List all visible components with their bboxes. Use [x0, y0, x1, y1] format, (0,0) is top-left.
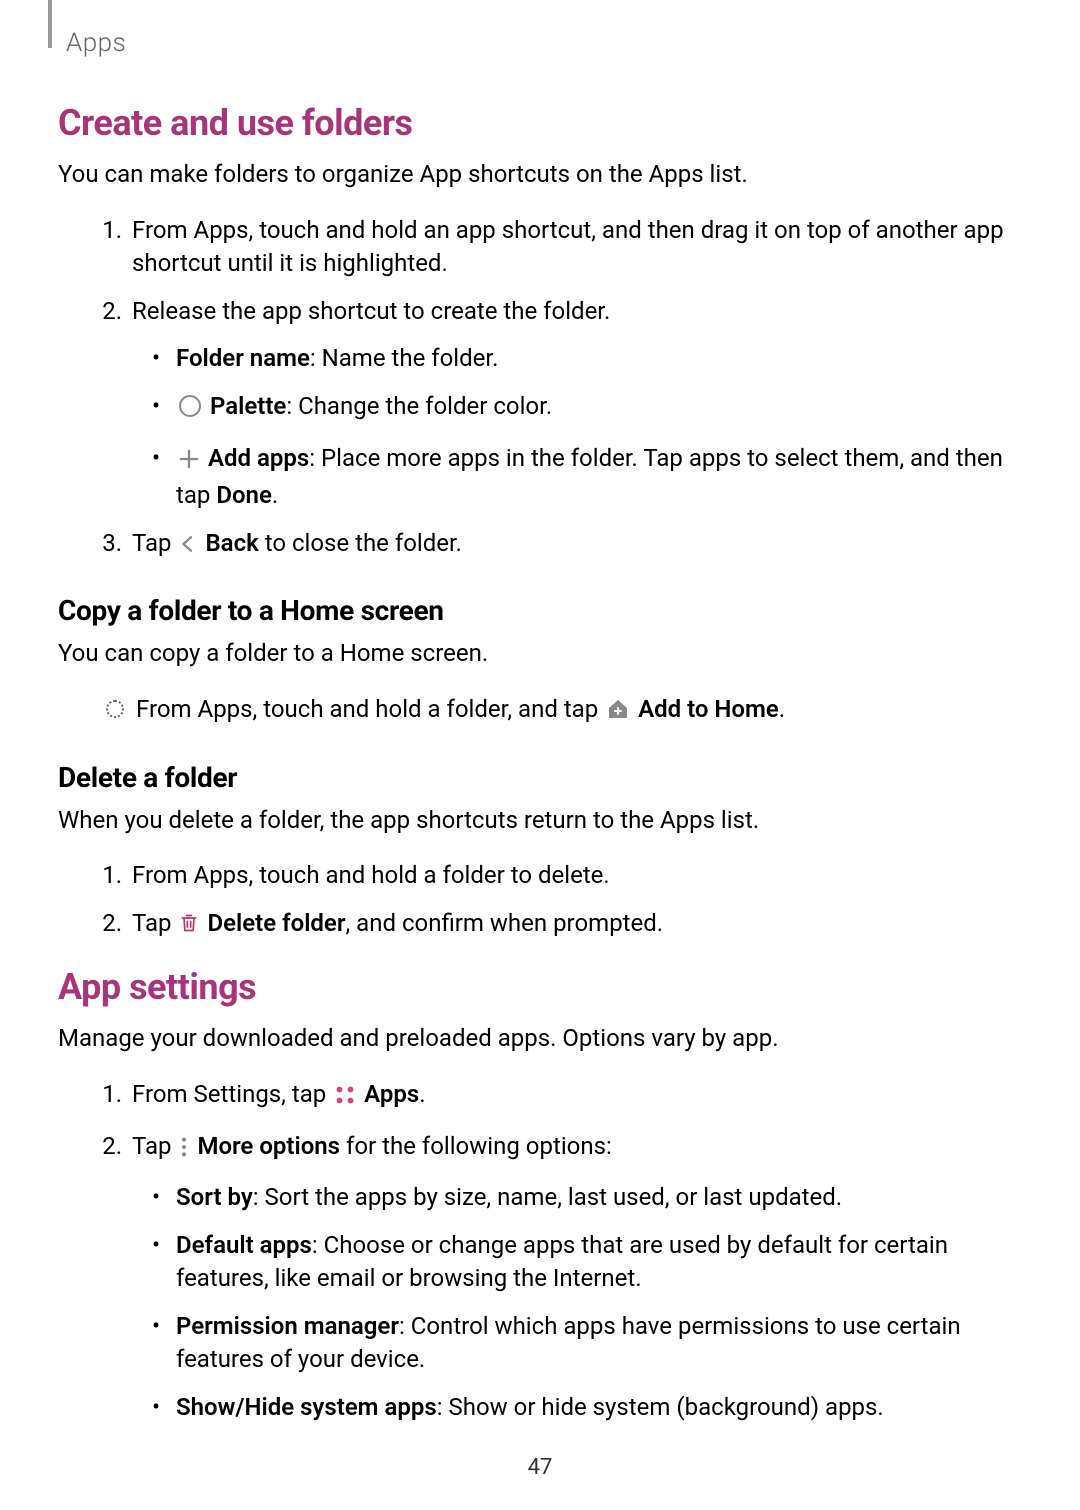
option-default-apps: Default apps: Choose or change apps that…: [152, 1229, 1022, 1296]
header-mark: [48, 0, 52, 48]
add-home-icon: [606, 697, 630, 731]
intro-delete-folder: When you delete a folder, the app shortc…: [58, 804, 1022, 838]
copy-folder-list: From Apps, touch and hold a folder, and …: [58, 693, 1022, 731]
option-palette: Palette: Change the folder color.: [152, 390, 1022, 428]
step-3: Tap Back to close the folder.: [128, 527, 1022, 565]
apps-icon: [334, 1082, 356, 1116]
delete-step-2: Tap Delete folder, and confirm when prom…: [128, 907, 1022, 945]
heading-create-folders: Create and use folders: [58, 102, 1022, 144]
plus-icon: [178, 446, 200, 480]
heading-app-settings: App settings: [58, 966, 1022, 1008]
delete-step-1: From Apps, touch and hold a folder to de…: [128, 859, 1022, 893]
sub-options: Folder name: Name the folder. Palette: C…: [132, 342, 1022, 512]
copy-folder-item: From Apps, touch and hold a folder, and …: [106, 693, 1022, 731]
step-1: From Apps, touch and hold an app shortcu…: [128, 214, 1022, 281]
breadcrumb: Apps: [66, 28, 1022, 58]
intro-app-settings: Manage your downloaded and preloaded app…: [58, 1022, 1022, 1056]
step-2: Release the app shortcut to create the f…: [128, 295, 1022, 513]
heading-copy-folder: Copy a folder to a Home screen: [58, 594, 1022, 627]
heading-delete-folder: Delete a folder: [58, 761, 1022, 794]
more-options-icon: [179, 1134, 189, 1168]
steps-create-folders: From Apps, touch and hold an app shortcu…: [58, 214, 1022, 565]
intro-create-folders: You can make folders to organize App sho…: [58, 158, 1022, 192]
option-folder-name: Folder name: Name the folder.: [152, 342, 1022, 376]
option-sort-by: Sort by: Sort the apps by size, name, la…: [152, 1181, 1022, 1215]
option-add-apps: Add apps: Place more apps in the folder.…: [152, 442, 1022, 513]
more-options-list: Sort by: Sort the apps by size, name, la…: [132, 1181, 1022, 1425]
steps-app-settings: From Settings, tap Apps. Tap More option…: [58, 1078, 1022, 1425]
option-permission-manager: Permission manager: Control which apps h…: [152, 1310, 1022, 1377]
settings-step-2: Tap More options for the following optio…: [128, 1130, 1022, 1425]
option-show-hide: Show/Hide system apps: Show or hide syst…: [152, 1391, 1022, 1425]
palette-icon: [178, 394, 202, 428]
intro-copy-folder: You can copy a folder to a Home screen.: [58, 637, 1022, 671]
trash-icon: [179, 911, 199, 945]
steps-delete-folder: From Apps, touch and hold a folder to de…: [58, 859, 1022, 944]
back-icon: [179, 531, 197, 565]
page-number: 47: [58, 1455, 1022, 1480]
settings-step-1: From Settings, tap Apps.: [128, 1078, 1022, 1116]
